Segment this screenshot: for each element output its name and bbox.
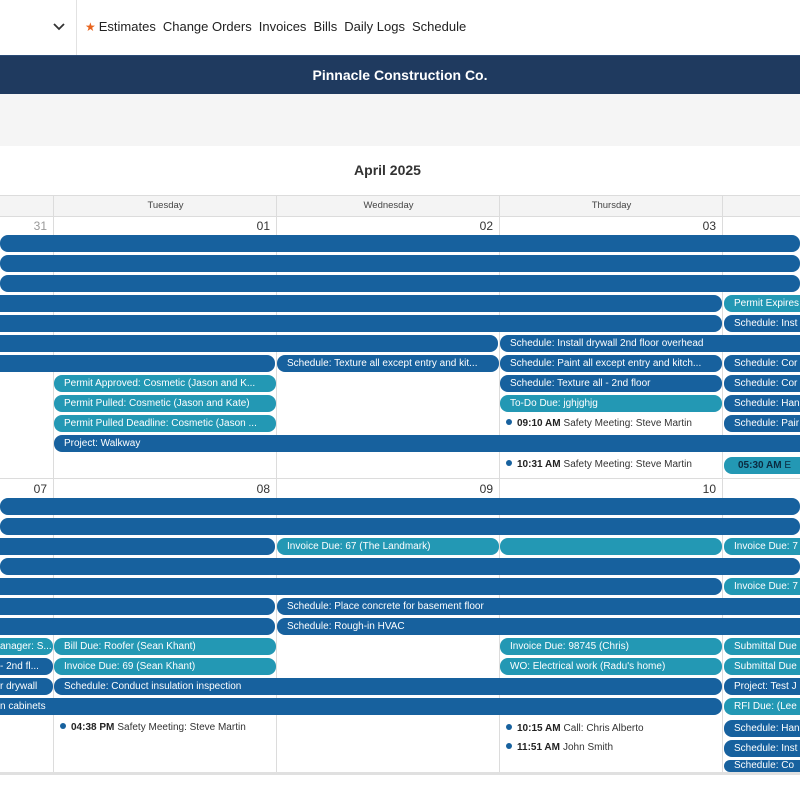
bottom-border bbox=[0, 772, 800, 775]
day-number: 07 bbox=[33, 482, 47, 496]
timed-event[interactable]: 11:51 AM John Smith bbox=[506, 740, 613, 756]
event-bar[interactable]: Permit Pulled Deadline: Cosmetic (Jason … bbox=[54, 415, 276, 432]
event-bar[interactable]: Schedule: Texture all - 2nd floor bbox=[500, 375, 722, 392]
timed-event[interactable]: 10:15 AM Call: Chris Alberto bbox=[506, 721, 644, 737]
event-bar[interactable]: - 2nd fl... bbox=[0, 658, 53, 675]
nav-divider bbox=[76, 0, 77, 55]
day-number: 03 bbox=[702, 219, 716, 233]
event-bar[interactable]: Schedule: Inst bbox=[724, 740, 800, 757]
calendar-header: Tuesday Wednesday Thursday bbox=[0, 195, 800, 217]
calendar-grid: Tuesday Wednesday Thursday 31 01 02 03 P… bbox=[0, 195, 800, 785]
event-bar[interactable]: Schedule: Texture all except entry and k… bbox=[277, 355, 499, 372]
timed-event[interactable]: 10:31 AM Safety Meeting: Steve Martin bbox=[506, 457, 692, 473]
event-bar[interactable]: Schedule: Inst bbox=[724, 315, 800, 332]
timed-event[interactable]: 04:38 PM Safety Meeting: Steve Martin bbox=[60, 720, 246, 736]
event-bar[interactable]: Schedule: Rough-in HVAC bbox=[277, 618, 800, 635]
event-bar[interactable] bbox=[500, 538, 722, 555]
day-number: 01 bbox=[256, 219, 270, 233]
event-bar[interactable]: Submittal Due bbox=[724, 658, 800, 675]
event-bar[interactable]: Invoice Due: 69 (Sean Khant) bbox=[54, 658, 276, 675]
event-bar[interactable]: Schedule: Cor bbox=[724, 355, 800, 372]
event-bar[interactable]: Bill Due: Roofer (Sean Khant) bbox=[54, 638, 276, 655]
event-dot bbox=[506, 460, 512, 466]
event-bar[interactable] bbox=[0, 335, 498, 352]
month-label: April 2025 bbox=[354, 162, 421, 178]
event-dot bbox=[60, 723, 66, 729]
day-number: 02 bbox=[479, 219, 493, 233]
event-bar[interactable]: Permit Expires bbox=[724, 295, 800, 312]
event-bar[interactable]: Schedule: Cor bbox=[724, 375, 800, 392]
event-bar[interactable]: To-Do Due: jghjghjg bbox=[500, 395, 722, 412]
nav-schedule[interactable]: Schedule bbox=[412, 19, 466, 34]
event-bar[interactable] bbox=[0, 255, 800, 272]
event-bar[interactable] bbox=[0, 578, 722, 595]
event-bar[interactable] bbox=[0, 558, 800, 575]
event-bar[interactable]: n cabinets bbox=[0, 698, 722, 715]
nav-links: ★ Estimates Change Orders Invoices Bills Dail… bbox=[85, 19, 473, 34]
dayname-tuesday: Tuesday bbox=[147, 200, 184, 211]
event-bar[interactable] bbox=[0, 598, 275, 615]
event-bar[interactable] bbox=[0, 295, 722, 312]
event-bar[interactable] bbox=[0, 538, 275, 555]
company-name: Pinnacle Construction Co. bbox=[0, 55, 800, 95]
event-bar[interactable] bbox=[0, 618, 275, 635]
event-bar[interactable]: RFI Due: (Lee bbox=[724, 698, 800, 715]
event-bar[interactable]: Invoice Due: 7 bbox=[724, 538, 800, 555]
event-bar[interactable]: Submittal Due bbox=[724, 638, 800, 655]
event-bar[interactable]: Schedule: Han bbox=[724, 395, 800, 412]
event-bar[interactable]: Schedule: Place concrete for basement fl… bbox=[277, 598, 800, 615]
event-bar[interactable]: anager: S... bbox=[0, 638, 53, 655]
day-number: 31 bbox=[33, 219, 47, 233]
day-number: 10 bbox=[702, 482, 716, 496]
dayname-thursday: Thursday bbox=[591, 200, 632, 211]
event-bar[interactable]: r drywall bbox=[0, 678, 53, 695]
event-bar[interactable] bbox=[0, 275, 800, 292]
timed-event[interactable]: 09:10 AM Safety Meeting: Steve Martin bbox=[506, 416, 692, 432]
event-bar[interactable]: Schedule: Paint all except entry and kit… bbox=[500, 355, 722, 372]
chevron-down-icon[interactable] bbox=[52, 20, 66, 34]
event-bar[interactable] bbox=[0, 498, 800, 515]
top-nav: ★ Estimates Change Orders Invoices Bills Dail… bbox=[0, 0, 800, 55]
day-number: 08 bbox=[256, 482, 270, 496]
event-bar[interactable] bbox=[0, 355, 275, 372]
event-bar[interactable]: Permit Pulled: Cosmetic (Jason and Kate) bbox=[54, 395, 276, 412]
event-bar[interactable]: Invoice Due: 67 (The Landmark) bbox=[277, 538, 499, 555]
event-bar[interactable] bbox=[0, 518, 800, 535]
event-bar[interactable]: Invoice Due: 98745 (Chris) bbox=[500, 638, 722, 655]
nav-invoices[interactable]: Invoices bbox=[259, 19, 307, 34]
event-bar[interactable]: Project: Walkway bbox=[54, 435, 800, 452]
event-dot bbox=[506, 743, 512, 749]
event-bar[interactable]: Schedule: Pair bbox=[724, 415, 800, 432]
event-bar[interactable]: Schedule: Han bbox=[724, 720, 800, 737]
star-icon: ★ bbox=[85, 20, 96, 34]
dayname-wednesday: Wednesday bbox=[363, 200, 414, 211]
event-bar[interactable]: Schedule: Conduct insulation inspection bbox=[54, 678, 722, 695]
event-bar[interactable]: Project: Test J bbox=[724, 678, 800, 695]
nav-bills[interactable]: Bills bbox=[313, 19, 337, 34]
nav-change-orders[interactable]: Change Orders bbox=[163, 19, 252, 34]
event-dot bbox=[506, 419, 512, 425]
event-bar[interactable]: Schedule: Co bbox=[724, 760, 800, 772]
event-bar[interactable] bbox=[0, 315, 722, 332]
week-divider bbox=[0, 478, 800, 479]
event-bar[interactable]: Permit Approved: Cosmetic (Jason and K..… bbox=[54, 375, 276, 392]
toolbar-strip bbox=[0, 94, 800, 146]
event-bar[interactable]: WO: Electrical work (Radu's home) bbox=[500, 658, 722, 675]
event-bar[interactable]: Invoice Due: 7 bbox=[724, 578, 800, 595]
nav-estimates[interactable]: Estimates bbox=[99, 19, 156, 34]
nav-daily-logs[interactable]: Daily Logs bbox=[344, 19, 405, 34]
event-bar[interactable] bbox=[0, 235, 800, 252]
event-dot bbox=[506, 724, 512, 730]
event-bar[interactable]: 05:30 AM E bbox=[724, 457, 800, 474]
event-bar[interactable]: Schedule: Install drywall 2nd floor over… bbox=[500, 335, 800, 352]
day-number: 09 bbox=[479, 482, 493, 496]
